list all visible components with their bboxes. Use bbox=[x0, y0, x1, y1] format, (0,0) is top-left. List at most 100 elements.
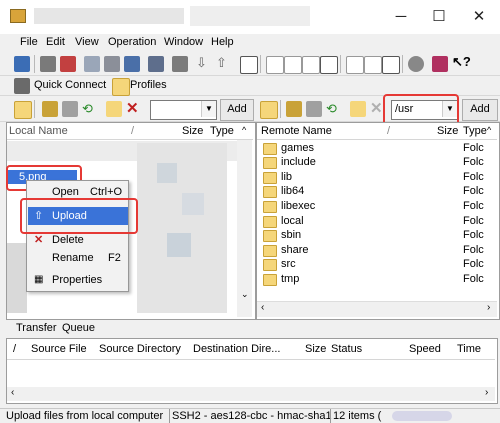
transfer-settings-icon[interactable] bbox=[172, 56, 188, 72]
list-item[interactable]: lib64 Folc bbox=[257, 184, 495, 198]
up-folder-icon[interactable] bbox=[260, 101, 278, 119]
source-directory-column[interactable]: Source Directory bbox=[99, 343, 181, 355]
source-file-column[interactable]: Source File bbox=[31, 343, 87, 355]
menu-edit[interactable]: Edit bbox=[46, 36, 65, 48]
transfer-horizontal-scrollbar[interactable] bbox=[7, 387, 495, 401]
menu-item-rename[interactable]: Rename F2 bbox=[28, 249, 128, 267]
upload-highlight bbox=[20, 198, 138, 234]
remote-horizontal-scrollbar[interactable] bbox=[257, 301, 497, 317]
menu-item-properties[interactable]: ▦ Properties bbox=[28, 271, 128, 289]
connect-icon[interactable] bbox=[40, 56, 56, 72]
remote-type-column[interactable]: Type bbox=[463, 125, 487, 137]
status-bar: Upload files from local computer SSH2 - … bbox=[0, 408, 500, 423]
profiles-button[interactable]: Profiles bbox=[130, 79, 167, 91]
status-cipher: SSH2 - aes128-cbc - hmac-sha1 bbox=[172, 410, 332, 422]
local-header: Local Name / Size Type ^ bbox=[7, 123, 253, 140]
scroll-up-icon[interactable]: ^ bbox=[242, 125, 246, 135]
list-item[interactable]: share Folc bbox=[257, 243, 495, 257]
menu-view[interactable]: View bbox=[75, 36, 99, 48]
new-folder-icon[interactable] bbox=[62, 101, 78, 117]
list-item[interactable]: src Folc bbox=[257, 257, 495, 271]
paste-icon[interactable] bbox=[104, 56, 120, 72]
menu-operation[interactable]: Operation bbox=[108, 36, 156, 48]
sync-icon[interactable] bbox=[148, 56, 164, 72]
remote-size-column[interactable]: Size bbox=[437, 125, 458, 137]
stop-icon[interactable] bbox=[408, 56, 424, 72]
blurred-status bbox=[392, 411, 452, 421]
home-folder-icon[interactable] bbox=[42, 101, 58, 117]
local-type-column[interactable]: Type bbox=[210, 125, 234, 137]
status-column[interactable]: Status bbox=[331, 343, 362, 355]
sort-divider: / bbox=[13, 343, 17, 355]
scroll-left-icon[interactable]: ‹ bbox=[11, 387, 14, 398]
binary-mode-icon[interactable] bbox=[364, 56, 382, 74]
delete-icon[interactable]: ✕ bbox=[126, 99, 139, 117]
up-folder-icon[interactable] bbox=[14, 101, 32, 119]
list-item[interactable]: local Folc bbox=[257, 214, 495, 228]
remote-nav-toolbar: ⟲ ✕ /usr ▼ Add bbox=[256, 96, 500, 122]
menu-help[interactable]: Help bbox=[211, 36, 234, 48]
delete-icon[interactable]: ✕ bbox=[370, 99, 383, 117]
folder-icon bbox=[263, 230, 277, 242]
remote-name-column[interactable]: Remote Name bbox=[261, 125, 332, 137]
copy-icon[interactable] bbox=[84, 56, 100, 72]
create-folder-icon[interactable] bbox=[350, 101, 366, 117]
transfer-tabs: Transfer Queue bbox=[6, 321, 498, 337]
local-path-combo[interactable]: ▼ bbox=[150, 100, 217, 120]
details-view-icon[interactable] bbox=[320, 56, 338, 74]
list-item[interactable]: sbin Folc bbox=[257, 228, 495, 242]
list-item[interactable]: tmp Folc bbox=[257, 272, 495, 286]
minimize-button[interactable]: ─ bbox=[386, 6, 416, 28]
local-size-column[interactable]: Size bbox=[182, 125, 203, 137]
folder-icon bbox=[263, 274, 277, 286]
upload-arrow-icon[interactable]: ⇧ bbox=[216, 55, 227, 71]
new-folder-icon[interactable] bbox=[306, 101, 322, 117]
help-icon[interactable]: ↖? bbox=[452, 54, 471, 70]
list-item[interactable]: libexec Folc bbox=[257, 199, 495, 213]
large-icons-view-icon[interactable] bbox=[266, 56, 284, 74]
new-window-icon[interactable] bbox=[124, 56, 140, 72]
chevron-down-icon[interactable]: ▼ bbox=[201, 101, 216, 117]
quick-connect-button[interactable]: Quick Connect bbox=[34, 79, 106, 91]
quick-connect-icon[interactable] bbox=[14, 78, 30, 94]
refresh-icon[interactable]: ⟲ bbox=[326, 101, 337, 117]
auto-mode-icon[interactable] bbox=[382, 56, 400, 74]
scroll-down-icon[interactable]: ⌄ bbox=[241, 289, 249, 300]
tab-queue[interactable]: Queue bbox=[62, 322, 95, 334]
scroll-left-icon[interactable]: ‹ bbox=[261, 302, 264, 313]
local-add-button[interactable]: Add bbox=[220, 99, 254, 121]
remote-add-button[interactable]: Add bbox=[462, 99, 498, 121]
local-nav-toolbar: ⟲ ✕ ▼ Add bbox=[0, 96, 256, 122]
disconnect-icon[interactable] bbox=[60, 56, 76, 72]
time-column[interactable]: Time bbox=[457, 343, 481, 355]
list-item[interactable]: games Folc bbox=[257, 141, 495, 155]
local-name-column[interactable]: Local Name bbox=[9, 125, 68, 137]
size-column[interactable]: Size bbox=[305, 343, 326, 355]
scroll-up-icon[interactable]: ^ bbox=[487, 125, 491, 135]
close-button[interactable]: ✕ bbox=[464, 6, 494, 28]
maximize-button[interactable]: ☐ bbox=[424, 6, 454, 28]
small-icons-view-icon[interactable] bbox=[284, 56, 302, 74]
save-icon[interactable] bbox=[14, 56, 30, 72]
destination-directory-column[interactable]: Destination Dire... bbox=[193, 343, 280, 355]
folder-icon bbox=[263, 186, 277, 198]
scroll-right-icon[interactable]: › bbox=[485, 387, 488, 398]
refresh-icon[interactable]: ⟲ bbox=[82, 101, 93, 117]
scroll-right-icon[interactable]: › bbox=[487, 302, 490, 313]
speed-column[interactable]: Speed bbox=[409, 343, 441, 355]
options-icon[interactable] bbox=[432, 56, 448, 72]
home-folder-icon[interactable] bbox=[286, 101, 302, 117]
tab-transfer[interactable]: Transfer bbox=[16, 322, 57, 334]
create-folder-icon[interactable] bbox=[106, 101, 122, 117]
blurred-file-details bbox=[137, 143, 227, 313]
folder-icon bbox=[263, 259, 277, 271]
list-view-icon[interactable] bbox=[302, 56, 320, 74]
view-icon[interactable] bbox=[240, 56, 258, 74]
list-item[interactable]: lib Folc bbox=[257, 170, 495, 184]
profiles-folder-icon[interactable] bbox=[112, 78, 130, 96]
download-arrow-icon[interactable]: ⇩ bbox=[196, 55, 207, 71]
ascii-mode-icon[interactable] bbox=[346, 56, 364, 74]
menu-file[interactable]: File bbox=[20, 36, 38, 48]
list-item[interactable]: include Folc bbox=[257, 155, 495, 169]
menu-window[interactable]: Window bbox=[164, 36, 203, 48]
